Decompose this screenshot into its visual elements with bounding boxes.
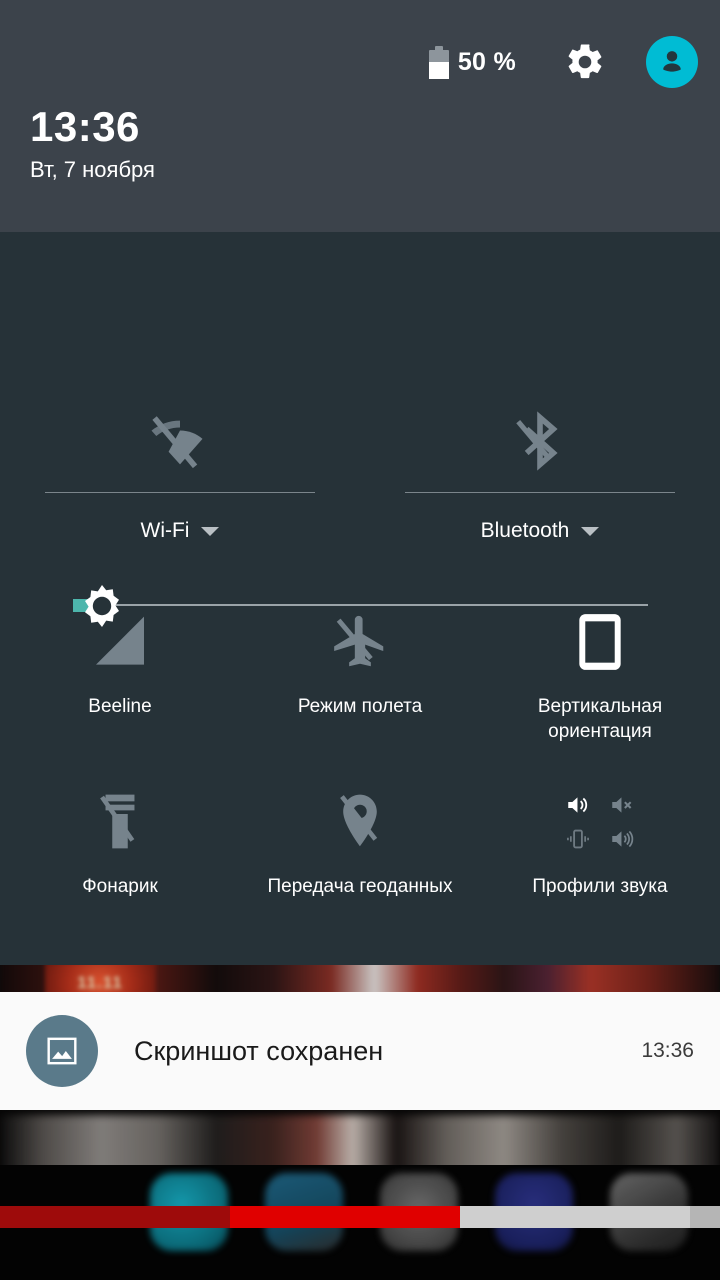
tile-divider <box>45 492 315 493</box>
wifi-off-icon <box>144 404 216 478</box>
tile-mobile-network-label: Beeline <box>88 696 152 717</box>
notification-title: Скриншот сохранен <box>134 1035 384 1066</box>
tile-bluetooth[interactable]: Bluetooth <box>360 398 720 568</box>
volume-up-icon <box>568 797 588 813</box>
dual-tiles-row: Wi-Fi Bluetooth <box>0 398 720 568</box>
tile-orientation[interactable]: Вертикальная ориентация <box>480 600 720 780</box>
brightness-slider[interactable] <box>0 286 720 627</box>
tile-sound-profiles[interactable]: Профили звука <box>480 780 720 960</box>
airplane-off-icon <box>329 600 391 684</box>
volume-loud-icon <box>612 830 634 848</box>
clock-block[interactable]: 13:36 Вт, 7 ноября <box>30 104 155 184</box>
clock-date: Вт, 7 ноября <box>30 157 155 182</box>
user-avatar-icon <box>663 51 681 72</box>
tile-mobile-network[interactable]: Beeline <box>0 600 240 780</box>
portrait-orientation-icon <box>572 600 628 684</box>
tile-flashlight[interactable]: Фонарик <box>0 780 240 960</box>
image-icon <box>47 1037 77 1065</box>
tile-flashlight-label: Фонарик <box>82 876 158 897</box>
tile-wifi-label: Wi-Fi <box>140 519 190 542</box>
volume-mute-icon <box>612 797 632 813</box>
battery-status[interactable]: 50 % <box>428 45 516 79</box>
tile-row: Фонарик Передача геоданных Профили звука <box>0 780 720 960</box>
battery-icon <box>428 45 449 79</box>
tile-row: Beeline Режим полета Вертикальная ориент… <box>0 600 720 780</box>
tile-bluetooth-label-row[interactable]: Bluetooth <box>481 519 600 543</box>
tile-airplane-mode-label: Режим полета <box>297 696 423 717</box>
flashlight-off-icon <box>92 780 148 864</box>
tile-divider <box>405 492 675 493</box>
tile-bluetooth-label: Bluetooth <box>480 519 570 542</box>
quick-settings-panel: 50 % 13:36 Вт, 7 ноября Wi-Fi Bluetooth … <box>0 0 720 965</box>
notification-time: 13:36 <box>641 1039 694 1062</box>
location-off-icon <box>332 780 388 864</box>
tile-grid: Beeline Режим полета Вертикальная ориент… <box>0 600 720 960</box>
progress-segment-buffered <box>230 1206 460 1228</box>
chevron-down-icon[interactable] <box>201 526 220 536</box>
gear-icon <box>568 44 602 79</box>
notification-avatar <box>26 1015 98 1087</box>
status-row: 50 % <box>428 34 698 90</box>
progress-segment-tail <box>690 1206 720 1228</box>
clock-time: 13:36 <box>30 103 140 150</box>
bluetooth-off-icon <box>508 404 572 478</box>
progress-segment-played <box>0 1206 230 1228</box>
vibrate-icon <box>567 829 589 849</box>
tile-wifi[interactable]: Wi-Fi <box>0 398 360 568</box>
notification-card[interactable]: Скриншот сохранен 13:36 <box>0 992 720 1110</box>
tile-airplane-mode[interactable]: Режим полета <box>240 600 480 780</box>
user-avatar-button[interactable] <box>646 36 698 88</box>
battery-percent-label: 50 % <box>457 47 516 76</box>
tile-location[interactable]: Передача геоданных <box>240 780 480 960</box>
progress-segment-remaining <box>460 1206 690 1228</box>
tile-sound-profiles-label: Профили звука <box>532 876 668 897</box>
sound-profiles-icon <box>556 780 644 864</box>
settings-button[interactable] <box>562 39 608 85</box>
media-progress-bar[interactable] <box>0 1206 720 1228</box>
tile-location-label: Передача геоданных <box>267 876 453 897</box>
tile-wifi-label-row[interactable]: Wi-Fi <box>141 519 220 543</box>
tile-orientation-label: Вертикальная ориентация <box>537 696 663 742</box>
phone-screen: 11.11 50 % 13:36 Вт, 7 ноября Wi-Fi Blue… <box>0 0 720 1280</box>
signal-cellular-icon <box>88 600 152 684</box>
chevron-down-icon[interactable] <box>581 526 600 536</box>
